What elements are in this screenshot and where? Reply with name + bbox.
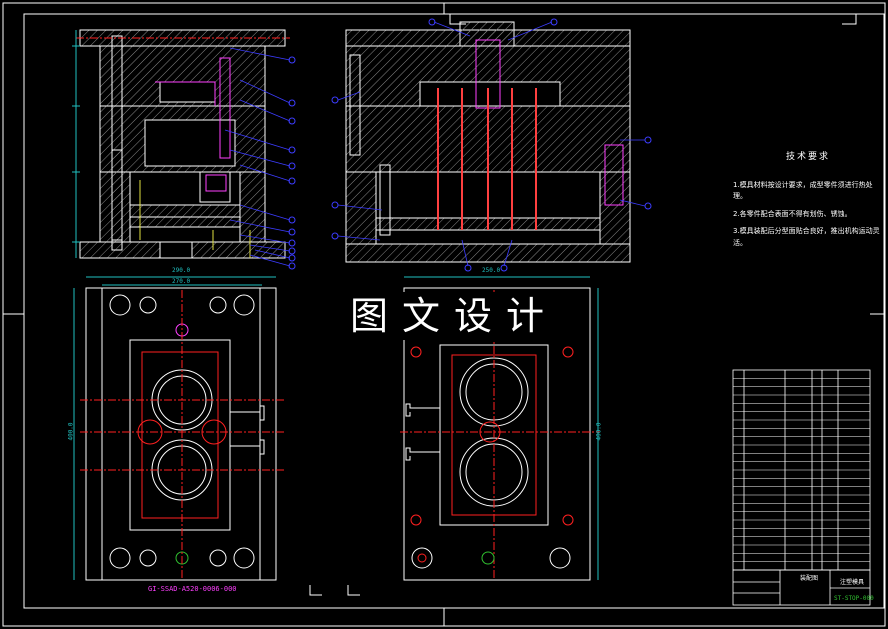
bom-rows xyxy=(733,378,870,562)
tech-line: 3.模具装配后分型面贴合良好，推出机构运动灵活。 xyxy=(733,227,880,247)
left-balloons xyxy=(288,56,296,270)
watermark: 图文设计 xyxy=(336,292,572,340)
left-dim-lines xyxy=(72,30,80,258)
dim-left-side: 400.0 xyxy=(67,422,75,441)
tech-line: 2.各零件配合表面不得有划伤、锈蚀。 xyxy=(733,209,852,218)
left-section-view xyxy=(76,29,290,259)
dim-right-side: 400.0 xyxy=(595,422,603,441)
dim-left-inner: 270.0 xyxy=(172,278,191,285)
tech-line: 1.模具材料按设计要求，成型零件须进行热处理。 xyxy=(733,180,873,201)
title-block-code: ST-STOP-000 xyxy=(834,595,874,602)
dim-left-outer: 290.0 xyxy=(172,267,191,274)
dim-right-top: 250.0 xyxy=(482,267,501,274)
tech-title: 技术要求 xyxy=(785,152,830,162)
title-block-name: 注塑模具 xyxy=(840,579,865,586)
left-plan-view xyxy=(73,276,285,581)
title-block-part: 装配图 xyxy=(800,575,819,582)
technical-requirements: 技术要求 1.模具材料按设计要求，成型零件须进行热处理。 2.各零件配合表面不得… xyxy=(733,152,883,249)
drawing-number: GI-SSAD-A520-0006-000 xyxy=(148,585,237,593)
